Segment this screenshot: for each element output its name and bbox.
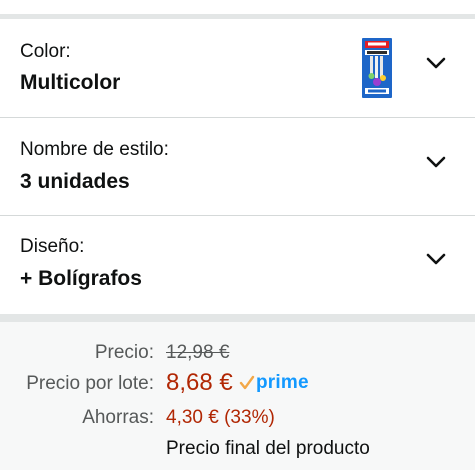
variation-row-design[interactable]: Diseño: + Bolígrafos	[0, 216, 475, 314]
variation-label-style-name: Nombre de estilo:	[20, 139, 169, 160]
section-divider-price	[0, 314, 475, 322]
final-price-note: Precio final del producto	[166, 438, 370, 459]
variation-value-color: Multicolor	[20, 71, 121, 94]
variation-value-design: + Bolígrafos	[20, 267, 142, 290]
savings-label: Ahorras:	[82, 407, 154, 428]
prime-badge[interactable]: prime	[239, 372, 309, 394]
price-block: Precio: 12,98 € Precio por lote: 8,68 € …	[0, 322, 475, 470]
prime-check-icon	[239, 375, 255, 390]
variation-label-design: Diseño:	[20, 236, 85, 257]
variation-row-color[interactable]: Color: Multicolor	[0, 19, 475, 118]
chevron-down-icon[interactable]	[426, 56, 446, 70]
lot-price-label: Precio por lote:	[26, 373, 154, 394]
chevron-down-icon[interactable]	[426, 252, 446, 266]
lot-price-value: 8,68 €	[166, 369, 233, 396]
product-thumbnail[interactable]	[362, 38, 392, 98]
list-price-label: Precio:	[94, 342, 154, 363]
variation-row-style-name[interactable]: Nombre de estilo: 3 unidades	[0, 118, 475, 216]
savings-value: 4,30 € (33%)	[166, 407, 275, 428]
variation-value-style-name: 3 unidades	[20, 170, 130, 193]
variation-label-color: Color:	[20, 41, 71, 62]
chevron-down-icon[interactable]	[426, 155, 446, 169]
prime-label: prime	[256, 372, 309, 393]
list-price-value: 12,98 €	[166, 342, 230, 363]
